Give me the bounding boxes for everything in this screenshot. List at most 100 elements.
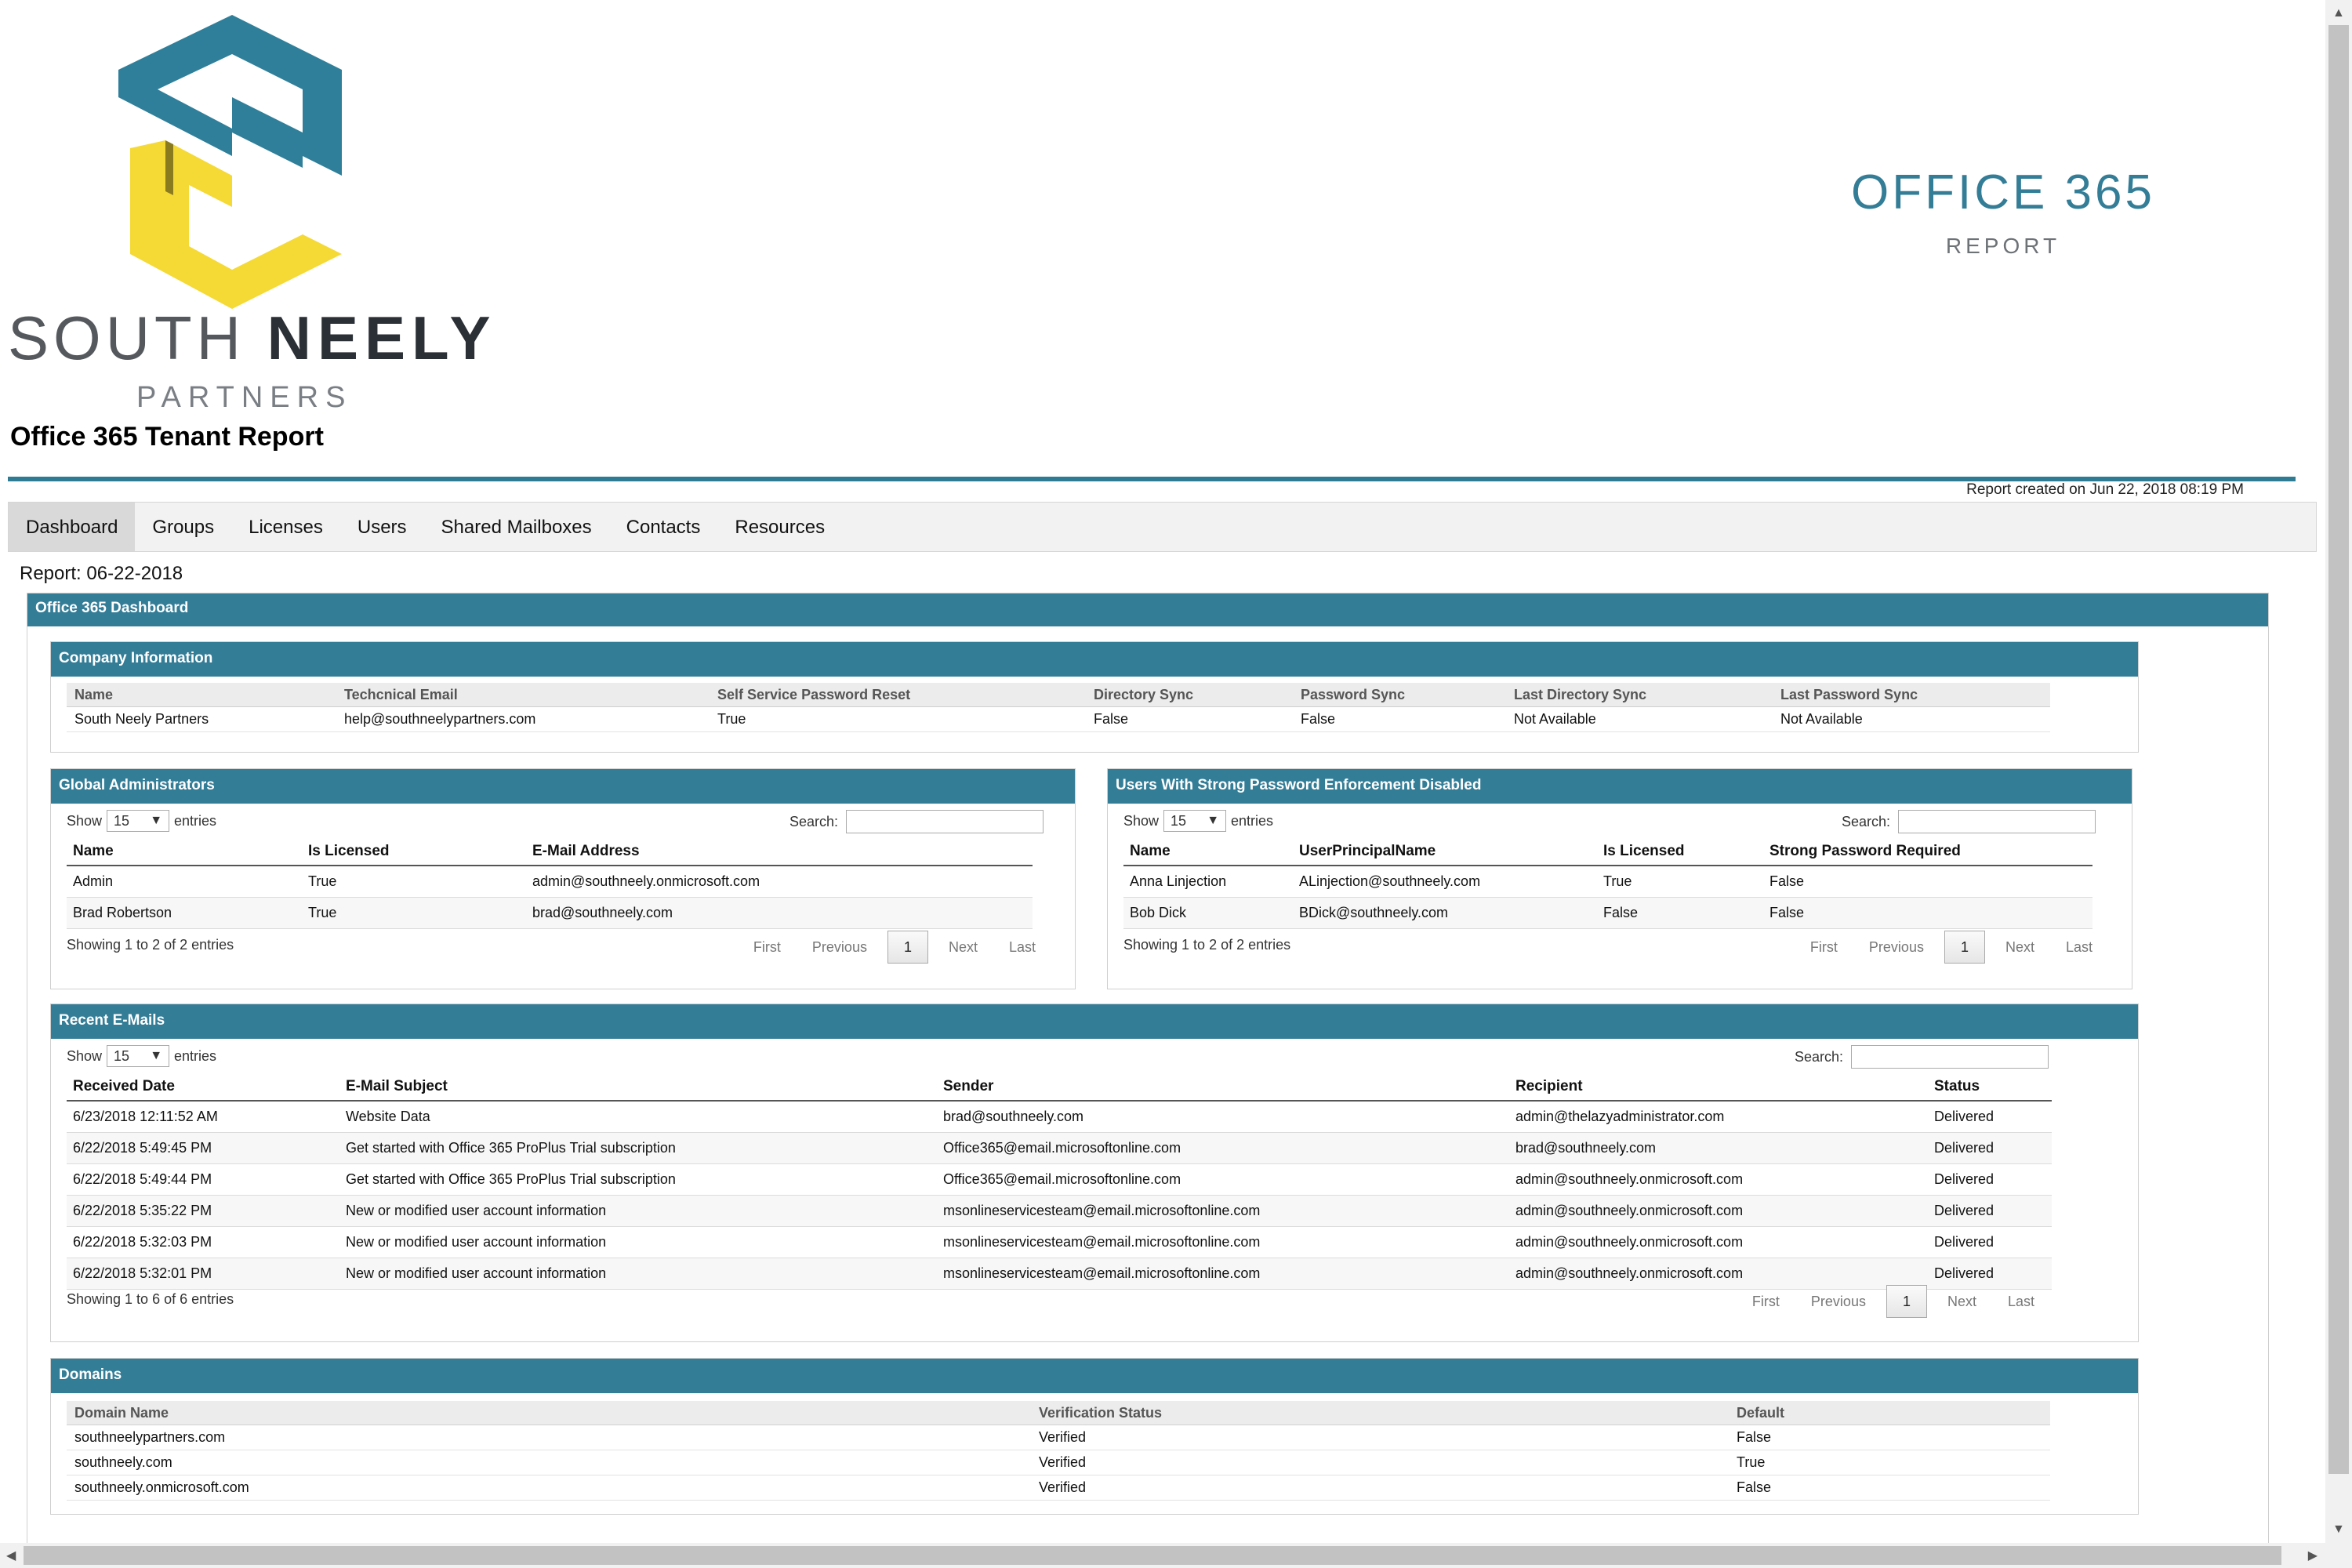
table-row: 6/22/2018 5:35:22 PM New or modified use…	[67, 1195, 2052, 1227]
table-cell: True	[1597, 866, 1763, 898]
col-header[interactable]: E-Mail Address	[526, 838, 1033, 866]
table-row: southneely.onmicrosoft.com Verified Fals…	[67, 1475, 2050, 1501]
vertical-scroll-thumb[interactable]	[2328, 25, 2349, 1474]
col-header[interactable]: Status	[1928, 1073, 2052, 1102]
vertical-scrollbar[interactable]: ▲ ▼	[2325, 0, 2352, 1543]
col-header: Directory Sync	[1086, 683, 1293, 707]
first-page-button[interactable]: First	[738, 939, 797, 956]
horizontal-scrollbar[interactable]: ◀ ▶	[0, 1543, 2352, 1568]
current-page-button[interactable]: 1	[1886, 1285, 1927, 1318]
office365-subtitle: REPORT	[1945, 234, 2061, 258]
brand-name-first: SOUTH	[8, 303, 245, 372]
table-row: southneelypartners.com Verified False	[67, 1425, 2050, 1450]
last-page-button[interactable]: Last	[2050, 939, 2108, 956]
col-header[interactable]: Sender	[937, 1073, 1509, 1102]
previous-page-button[interactable]: Previous	[1853, 939, 1940, 956]
col-header[interactable]: Is Licensed	[302, 838, 526, 866]
col-header[interactable]: Received Date	[67, 1073, 339, 1102]
search-input[interactable]	[846, 810, 1044, 833]
show-label: Show	[67, 1047, 103, 1064]
table-cell: False	[1086, 706, 1293, 732]
tab-resources[interactable]: Resources	[717, 503, 842, 551]
table-cell: Website Data	[339, 1101, 937, 1133]
pagination: First Previous 1 Next Last	[1795, 931, 2108, 964]
page-size-select[interactable]: 15 ▼	[107, 1045, 170, 1067]
next-page-button[interactable]: Next	[1932, 1294, 1992, 1310]
previous-page-button[interactable]: Previous	[1795, 1294, 1882, 1310]
page-size-select[interactable]: 15 ▼	[107, 810, 170, 832]
col-header[interactable]: Name	[67, 838, 302, 866]
company-info-panel: Company Information Name Techcnical Emai…	[50, 641, 2139, 753]
table-info: Showing 1 to 6 of 6 entries	[67, 1291, 234, 1307]
tab-shared-mailboxes[interactable]: Shared Mailboxes	[424, 503, 609, 551]
table-cell: False	[1729, 1475, 2050, 1501]
page-size-control: Show 15 ▼ entries	[67, 1045, 216, 1067]
horizontal-scroll-thumb[interactable]	[24, 1546, 2281, 1565]
last-page-button[interactable]: Last	[1992, 1294, 2050, 1310]
table-cell: BDick@southneely.com	[1293, 897, 1597, 929]
col-header: Last Password Sync	[1773, 683, 2050, 707]
table-cell: Verified	[1031, 1450, 1729, 1475]
current-page-button[interactable]: 1	[887, 931, 928, 964]
table-cell: Delivered	[1928, 1195, 2052, 1227]
col-header: Techcnical Email	[336, 683, 710, 707]
table-info: Showing 1 to 2 of 2 entries	[67, 937, 234, 953]
next-page-button[interactable]: Next	[1990, 939, 2050, 956]
scroll-down-icon[interactable]: ▼	[2332, 1523, 2345, 1537]
col-header: Self Service Password Reset	[710, 683, 1086, 707]
first-page-button[interactable]: First	[1795, 939, 1853, 956]
office365-title: OFFICE 365	[1851, 165, 2155, 220]
table-cell: False	[1597, 897, 1763, 929]
table-cell: admin@southneely.onmicrosoft.com	[526, 866, 1033, 898]
entries-label: entries	[174, 1047, 217, 1064]
table-cell: Anna Linjection	[1123, 866, 1293, 898]
table-row: 6/22/2018 5:49:44 PM Get started with Of…	[67, 1163, 2052, 1196]
pagination: First Previous 1 Next Last	[1737, 1285, 2050, 1318]
table-cell: Not Available	[1773, 706, 2050, 732]
table-cell: True	[1729, 1450, 2050, 1475]
table-row: 6/22/2018 5:32:03 PM New or modified use…	[67, 1226, 2052, 1258]
next-page-button[interactable]: Next	[933, 939, 993, 956]
tab-dashboard[interactable]: Dashboard	[9, 503, 136, 551]
search-label: Search:	[789, 813, 838, 829]
report-date: Report: 06-22-2018	[20, 563, 183, 584]
table-cell: 6/23/2018 12:11:52 AM	[67, 1101, 339, 1133]
table-cell: New or modified user account information	[339, 1195, 937, 1227]
tab-contacts[interactable]: Contacts	[609, 503, 718, 551]
table-cell: brad@southneely.com	[526, 897, 1033, 929]
col-header: Default	[1729, 1401, 2050, 1425]
col-header[interactable]: Recipient	[1509, 1073, 1928, 1102]
last-page-button[interactable]: Last	[993, 939, 1051, 956]
table-cell: False	[1293, 706, 1506, 732]
dashboard-header: Office 365 Dashboard	[27, 593, 2268, 626]
tab-bar: Dashboard Groups Licenses Users Shared M…	[8, 502, 2317, 552]
col-header[interactable]: Name	[1123, 838, 1293, 866]
recent-emails-table: Received Date E-Mail Subject Sender Reci…	[67, 1073, 2052, 1290]
previous-page-button[interactable]: Previous	[797, 939, 883, 956]
table-row: Anna Linjection ALinjection@southneely.c…	[1123, 866, 2092, 898]
recent-emails-header: Recent E-Mails	[51, 1004, 2138, 1039]
table-cell: southneely.onmicrosoft.com	[67, 1475, 1031, 1501]
col-header[interactable]: Strong Password Required	[1763, 838, 2092, 866]
tab-groups[interactable]: Groups	[135, 503, 231, 551]
table-cell: msonlineservicesteam@email.microsoftonli…	[937, 1258, 1509, 1290]
show-label: Show	[67, 812, 103, 829]
title-divider	[8, 477, 2296, 481]
tab-users[interactable]: Users	[340, 503, 424, 551]
scroll-right-icon[interactable]: ▶	[2308, 1548, 2318, 1563]
col-header[interactable]: UserPrincipalName	[1293, 838, 1597, 866]
scroll-up-icon[interactable]: ▲	[2332, 6, 2345, 20]
table-cell: Brad Robertson	[67, 897, 302, 929]
report-created-text: Report created on Jun 22, 2018 08:19 PM	[1966, 481, 2244, 498]
search-input[interactable]	[1898, 810, 2096, 833]
tab-licenses[interactable]: Licenses	[231, 503, 340, 551]
table-cell: Get started with Office 365 ProPlus Tria…	[339, 1163, 937, 1196]
col-header[interactable]: Is Licensed	[1597, 838, 1763, 866]
scroll-left-icon[interactable]: ◀	[6, 1548, 16, 1563]
table-cell: Delivered	[1928, 1226, 2052, 1258]
first-page-button[interactable]: First	[1737, 1294, 1795, 1310]
search-input[interactable]	[1851, 1045, 2049, 1069]
current-page-button[interactable]: 1	[1944, 931, 1985, 964]
col-header[interactable]: E-Mail Subject	[339, 1073, 937, 1102]
page-size-select[interactable]: 15 ▼	[1163, 810, 1227, 832]
